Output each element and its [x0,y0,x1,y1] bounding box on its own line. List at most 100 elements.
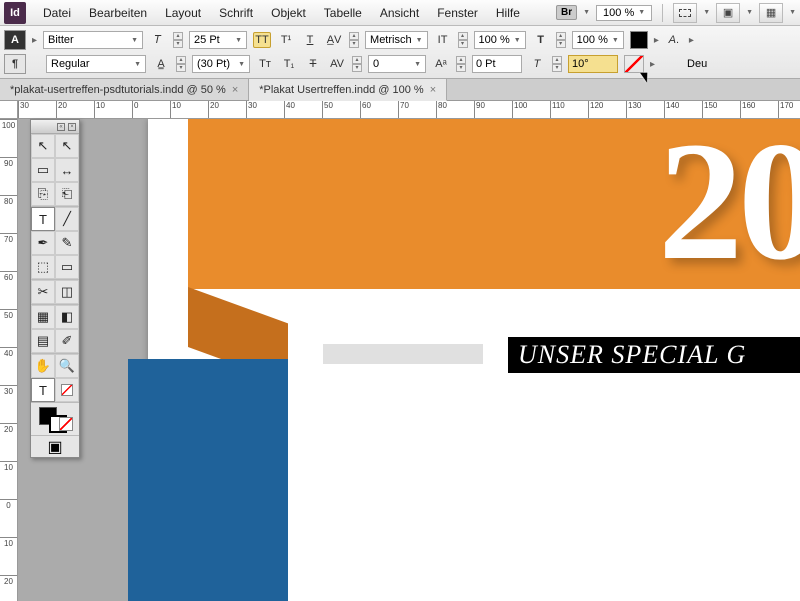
tool-pen[interactable]: ✒ [31,231,55,255]
view-mode-toggle[interactable]: ▣ [31,435,79,457]
hscale-dropdown[interactable]: 100 % ▼ [572,31,624,49]
chevron-down-icon[interactable]: ▼ [703,9,710,16]
close-icon[interactable]: × [68,123,76,131]
ruler-tick: 170 [778,101,793,118]
year-text[interactable]: 201 [658,119,800,299]
menu-schrift[interactable]: Schrift [210,6,262,20]
skew-icon: T [528,56,546,72]
ruler-tick: 60 [0,271,17,282]
horizontal-ruler[interactable]: 3020100102030405060708090100110120130140… [18,101,800,119]
strikethrough-toggle[interactable]: T [304,56,322,72]
tracking-stepper[interactable]: ▴▾ [352,56,362,72]
character-mode-icon[interactable]: A [4,30,26,50]
arrange-button[interactable]: ▦ [759,3,783,23]
tool-selection[interactable]: ↖ [31,134,55,158]
all-caps-toggle[interactable]: TT [253,32,271,48]
blue-block-shape[interactable] [128,359,288,601]
superscript-toggle[interactable]: T¹ [277,32,295,48]
vscale-dropdown[interactable]: 100 % ▼ [474,31,526,49]
stroke-none-swatch[interactable] [624,55,644,73]
skew-input[interactable]: 10° [568,55,618,73]
font-family-dropdown[interactable]: Bitter ▼ [43,31,143,49]
chevron-down-icon[interactable]: ▼ [583,9,590,16]
tool-gradient-feather[interactable]: ◧ [55,305,79,329]
tool-direct-select[interactable]: ↖ [55,134,79,158]
menu-fenster[interactable]: Fenster [428,6,487,20]
menu-tabelle[interactable]: Tabelle [315,6,371,20]
menu-objekt[interactable]: Objekt [262,6,315,20]
tool-gap[interactable]: ↔ [55,158,79,182]
menu-bearbeiten[interactable]: Bearbeiten [80,6,156,20]
tool-line[interactable]: ╱ [55,207,79,231]
vscale-value: 100 % [479,34,510,46]
ruler-tick: 70 [0,233,17,244]
document-tab[interactable]: *Plakat Usertreffen.indd @ 100 % × [249,79,447,101]
menu-layout[interactable]: Layout [156,6,210,20]
grey-placeholder-shape[interactable] [323,344,483,364]
vscale-icon: IT [434,32,452,48]
tool-content-collector[interactable]: ⎘ [31,182,55,206]
underline-toggle[interactable]: T [301,32,319,48]
tool-content-placer[interactable]: ⎗ [55,182,79,206]
vscale-stepper[interactable]: ▴▾ [458,32,468,48]
bridge-button[interactable]: Br [556,5,577,20]
ruler-origin[interactable] [0,101,18,119]
paragraph-mode-icon[interactable]: ¶ [4,54,26,74]
tool-note[interactable]: ▤ [31,329,55,353]
hscale-stepper[interactable]: ▴▾ [556,32,566,48]
tool-type[interactable]: T [31,207,55,231]
tracking-dropdown[interactable]: 0 ▼ [368,55,426,73]
fill-color-swatch[interactable] [630,31,648,49]
special-text-frame[interactable]: UNSER SPECIAL G [508,337,800,373]
collapse-icon[interactable]: « [57,123,65,131]
tool-zoom[interactable]: 🔍 [55,354,79,378]
panel-header[interactable]: « × [31,120,79,134]
font-style-dropdown[interactable]: Regular ▼ [46,55,146,73]
small-caps-toggle[interactable]: Tᴛ [256,56,274,72]
baseline-stepper[interactable]: ▴▾ [456,56,466,72]
tool-eyedropper[interactable]: ✐ [55,329,79,353]
tool-rect[interactable]: ▭ [55,255,79,279]
close-icon[interactable]: × [430,84,436,96]
chevron-right-icon[interactable]: ▸ [689,35,694,46]
canvas[interactable]: 201 UNSER SPECIAL G [18,119,800,601]
leading-dropdown[interactable]: (30 Pt) ▼ [192,55,250,73]
document-tab[interactable]: *plakat-usertreffen-psdtutorials.indd @ … [0,79,249,100]
tool-rect-frame[interactable]: ⬚ [31,255,55,279]
baseline-input[interactable]: 0 Pt [472,55,522,73]
tool-gradient-swatch[interactable]: ▦ [31,305,55,329]
subscript-toggle[interactable]: T₁ [280,56,298,72]
ruler-tick: 10 [0,461,17,472]
leading-stepper[interactable]: ▴▾ [176,56,186,72]
tool-scissors[interactable]: ✂ [31,280,55,304]
format-fill-text[interactable]: T [31,378,55,402]
close-icon[interactable]: × [232,84,238,96]
page[interactable]: 201 UNSER SPECIAL G [148,119,800,601]
screen-mode-button[interactable]: ▣ [716,3,740,23]
tool-page[interactable]: ▭ [31,158,55,182]
vertical-ruler[interactable]: 10090807060504030201001020 [0,119,18,601]
tool-pencil[interactable]: ✎ [55,231,79,255]
font-size-stepper[interactable]: ▴▾ [173,32,183,48]
menu-datei[interactable]: Datei [34,6,80,20]
ruler-tick: 160 [740,101,755,118]
menu-hilfe[interactable]: Hilfe [487,6,529,20]
none-swatch[interactable] [59,417,73,431]
fill-stroke-proxy[interactable] [31,403,79,435]
tool-hand[interactable]: ✋ [31,354,55,378]
chevron-right-icon: ▸ [654,35,659,46]
view-options-button[interactable] [673,3,697,23]
ruler-tick: 10 [0,537,17,548]
kerning-stepper[interactable]: ▴▾ [349,32,359,48]
format-stroke-text[interactable] [55,378,79,402]
menu-ansicht[interactable]: Ansicht [371,6,428,20]
zoom-value: 100 % [603,7,634,19]
chevron-down-icon[interactable]: ▼ [789,9,796,16]
tool-free-transform[interactable]: ◫ [55,280,79,304]
zoom-level-dropdown[interactable]: 100 % ▼ [596,5,652,21]
font-size-dropdown[interactable]: 25 Pt ▼ [189,31,247,49]
skew-stepper[interactable]: ▴▾ [552,56,562,72]
font-family-value: Bitter [48,34,74,46]
kerning-dropdown[interactable]: Metrisch ▼ [365,31,428,49]
chevron-down-icon[interactable]: ▼ [746,9,753,16]
